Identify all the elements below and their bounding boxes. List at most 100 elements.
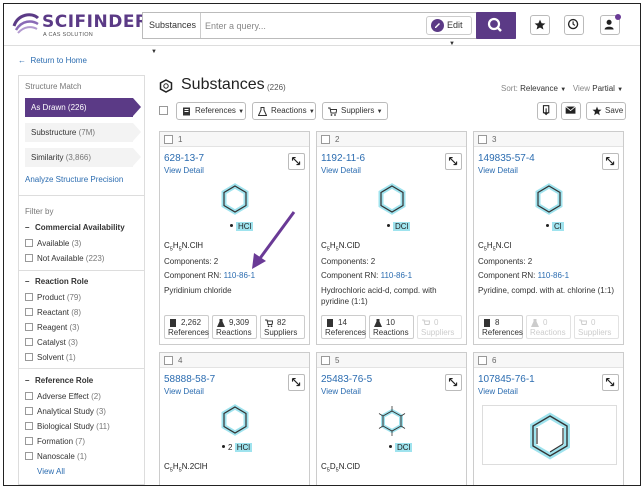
cas-rn-link[interactable]: 628-13-7 [164, 153, 204, 164]
save-button[interactable]: Save [586, 102, 626, 120]
filter-solvent[interactable]: Solvent (1) [25, 353, 76, 362]
view-detail-link[interactable]: View Detail [478, 387, 518, 396]
view-detail-link[interactable]: View Detail [478, 166, 518, 175]
card-checkbox[interactable] [478, 135, 487, 144]
expand-button[interactable] [602, 153, 619, 170]
checkbox[interactable] [25, 437, 33, 445]
filter-nanoscale[interactable]: Nanoscale (1) [25, 452, 87, 461]
checkbox[interactable] [25, 293, 33, 301]
checkbox[interactable] [25, 254, 33, 262]
scifinder-logo[interactable]: SCIFINDERn A CAS SOLUTION [12, 10, 154, 40]
select-all-checkbox[interactable] [159, 106, 168, 115]
history-button[interactable] [564, 15, 584, 35]
filter-available[interactable]: Available (3) [25, 239, 81, 248]
components-count: Components: 2 [478, 257, 533, 266]
references-count-button[interactable]: 8 References [478, 315, 523, 339]
expand-button[interactable] [288, 374, 305, 391]
flask-icon [531, 319, 539, 327]
card-checkbox[interactable] [478, 356, 487, 365]
search-input[interactable] [205, 17, 415, 34]
checkbox[interactable] [25, 338, 33, 346]
pyridine-structure[interactable] [483, 406, 618, 466]
sort-select[interactable]: Relevance ▼ [520, 84, 566, 93]
analyze-precision-link[interactable]: Analyze Structure Precision [25, 175, 123, 184]
cas-rn-link[interactable]: 25483-76-5 [321, 374, 372, 385]
dot [230, 224, 233, 227]
card-checkbox[interactable] [321, 356, 330, 365]
dot [389, 445, 392, 448]
references-button[interactable]: References ▼ [176, 102, 246, 120]
filter-reactant[interactable]: Reactant (8) [25, 308, 81, 317]
checkbox[interactable] [25, 392, 33, 400]
expand-button[interactable] [445, 153, 462, 170]
view-select[interactable]: Partial ▼ [592, 84, 623, 93]
cas-rn-link[interactable]: 1192-11-6 [321, 153, 365, 164]
filter-biological-study[interactable]: Biological Study (11) [25, 422, 110, 431]
checkbox[interactable] [25, 323, 33, 331]
references-count-button[interactable]: 14 References [321, 315, 366, 339]
match-substructure[interactable]: Substructure (7M) [25, 123, 141, 142]
filter-reagent[interactable]: Reagent (3) [25, 323, 79, 332]
logo-subtitle: A CAS SOLUTION [43, 32, 94, 38]
reactions-count-button: 0 Reactions [526, 315, 571, 339]
document-icon [183, 107, 190, 116]
search-type-select[interactable]: Substances ▼ [143, 13, 201, 55]
checkbox[interactable] [25, 422, 33, 430]
match-similarity[interactable]: Similarity (3,866) [25, 148, 141, 167]
cas-rn-link[interactable]: 107845-76-1 [478, 374, 535, 385]
checkbox[interactable] [25, 353, 33, 361]
edit-label: Edit [447, 20, 463, 30]
suppliers-count-button[interactable]: 82 Suppliers [260, 315, 305, 339]
card-checkbox[interactable] [321, 135, 330, 144]
checkbox[interactable] [25, 239, 33, 247]
view-detail-link[interactable]: View Detail [321, 387, 361, 396]
export-button[interactable] [537, 102, 557, 120]
filter-formation[interactable]: Formation (7) [25, 437, 85, 446]
stat-value: 0 [434, 318, 439, 327]
checkbox[interactable] [25, 452, 33, 460]
card-checkbox[interactable] [164, 135, 173, 144]
favorites-button[interactable] [530, 15, 550, 35]
view-detail-link[interactable]: View Detail [321, 166, 361, 175]
expand-button[interactable] [445, 374, 462, 391]
filter-adverse-effect[interactable]: Adverse Effect (2) [25, 392, 101, 401]
app-window: SCIFINDERn A CAS SOLUTION Substances ▼ E… [3, 3, 641, 486]
references-count-button[interactable]: 2,262 References [164, 315, 209, 339]
expand-button[interactable] [602, 374, 619, 391]
reactions-button[interactable]: Reactions ▼ [252, 102, 316, 120]
card-header: 5 [317, 353, 466, 368]
component-rn-link[interactable]: 110-86-1 [224, 271, 255, 280]
edit-query-button[interactable]: Edit ▼ [426, 16, 472, 47]
return-home-link[interactable]: ← Return to Home [18, 56, 87, 65]
checkbox[interactable] [25, 308, 33, 316]
card-checkbox[interactable] [164, 356, 173, 365]
filter-catalyst[interactable]: Catalyst (3) [25, 338, 78, 347]
filter-not-available[interactable]: Not Available (223) [25, 254, 104, 263]
commercial-availability-header[interactable]: – Commercial Availability [25, 223, 125, 232]
suppliers-button[interactable]: Suppliers ▼ [322, 102, 388, 120]
match-as-drawn[interactable]: As Drawn (226) [25, 98, 141, 117]
component-rn-link[interactable]: 110-86-1 [538, 271, 569, 280]
reference-role-header[interactable]: – Reference Role [25, 376, 93, 385]
stat-value: 0 [591, 318, 596, 327]
tab-arrow [133, 148, 141, 166]
reactions-count-button[interactable]: 9,309 Reactions [212, 315, 257, 339]
filter-analytical-study[interactable]: Analytical Study (3) [25, 407, 106, 416]
expand-button[interactable] [288, 153, 305, 170]
filter-count: (3) [69, 323, 80, 332]
email-button[interactable] [561, 102, 581, 120]
reactions-count-button[interactable]: 10 Reactions [369, 315, 414, 339]
component-rn-link[interactable]: 110-86-1 [381, 271, 412, 280]
filter-product[interactable]: Product (79) [25, 293, 81, 302]
checkbox[interactable] [25, 407, 33, 415]
cas-rn-link[interactable]: 149835-57-4 [478, 153, 535, 164]
reaction-role-header[interactable]: – Reaction Role [25, 277, 88, 286]
search-button[interactable] [476, 12, 516, 39]
notification-dot [615, 14, 621, 20]
view-all-link[interactable]: View All [37, 467, 65, 476]
account-button[interactable] [600, 14, 621, 35]
view-detail-link[interactable]: View Detail [164, 166, 204, 175]
stat-value: 14 [338, 318, 347, 327]
cas-rn-link[interactable]: 58888-58-7 [164, 374, 215, 385]
view-detail-link[interactable]: View Detail [164, 387, 204, 396]
